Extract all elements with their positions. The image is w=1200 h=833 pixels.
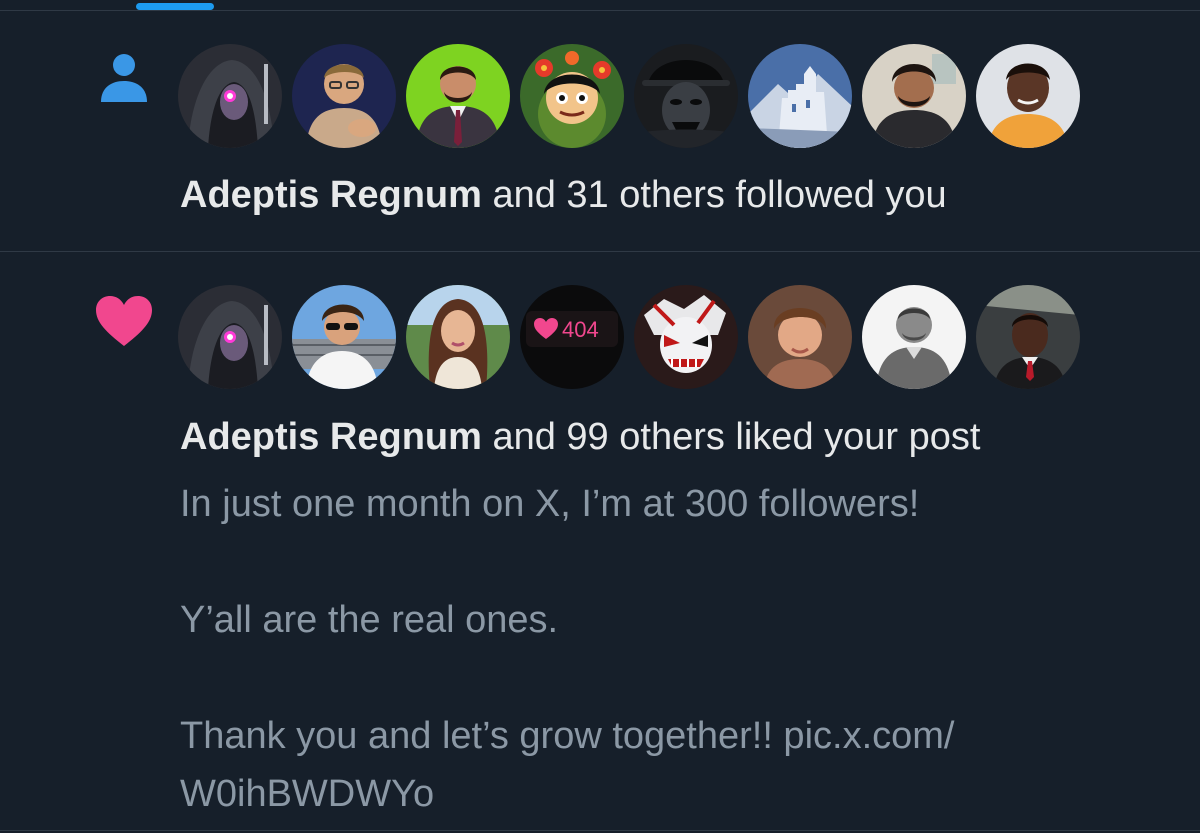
avatar-man-beard[interactable]	[862, 44, 966, 148]
avatar-row	[178, 44, 1080, 148]
heart-icon	[96, 296, 152, 346]
avatar-heart-404[interactable]: 404	[520, 285, 624, 389]
avatar-man-bw[interactable]	[862, 285, 966, 389]
avatar-man-car[interactable]	[976, 285, 1080, 389]
avatar-dark-masked[interactable]	[634, 44, 738, 148]
avatar-castle-mountain[interactable]	[748, 44, 852, 148]
avatar-man-sunglasses[interactable]	[292, 285, 396, 389]
avatar-anime-mask[interactable]	[634, 285, 738, 389]
post-line: In just one month on X, I’m at 300 follo…	[180, 483, 920, 525]
avatar-smiling-person[interactable]	[976, 44, 1080, 148]
summary-text: and 99 others liked your post	[481, 416, 981, 458]
follow-notification[interactable]: Adeptis Regnum and 31 others followed yo…	[0, 11, 1200, 251]
post-link[interactable]: W0ihBWDWYo	[180, 765, 1160, 823]
bottom-border	[0, 830, 1200, 831]
person-icon	[101, 54, 147, 102]
like-notification[interactable]: 404 Adeptis Regnum and 99 others liked y…	[0, 252, 1200, 833]
liked-post-text[interactable]: In just one month on X, I’m at 300 follo…	[180, 475, 1160, 823]
avatar-hooded-figure[interactable]	[178, 285, 282, 389]
actor-name[interactable]: Adeptis Regnum	[180, 416, 482, 458]
avatar-hooded-figure[interactable]	[178, 44, 282, 148]
avatar-cartoon-flowers[interactable]	[520, 44, 624, 148]
notifications-screen: Adeptis Regnum and 31 others followed yo…	[0, 0, 1200, 833]
avatar-badge-count: 404	[562, 317, 599, 342]
avatar-row: 404	[178, 285, 1080, 389]
avatar-woman-long-hair[interactable]	[406, 285, 510, 389]
actor-name[interactable]: Adeptis Regnum	[180, 174, 482, 216]
like-summary: Adeptis Regnum and 99 others liked your …	[180, 414, 980, 460]
post-line: Y’all are the real ones.	[180, 599, 559, 641]
follow-summary: Adeptis Regnum and 31 others followed yo…	[180, 172, 947, 218]
active-tab-indicator	[136, 3, 214, 10]
avatar-man-glasses[interactable]	[292, 44, 396, 148]
avatar-man-suit-green[interactable]	[406, 44, 510, 148]
summary-text: and 31 others followed you	[481, 174, 947, 216]
avatar-young-man[interactable]	[748, 285, 852, 389]
post-line: Thank you and let’s grow together!! pic.…	[180, 715, 955, 757]
